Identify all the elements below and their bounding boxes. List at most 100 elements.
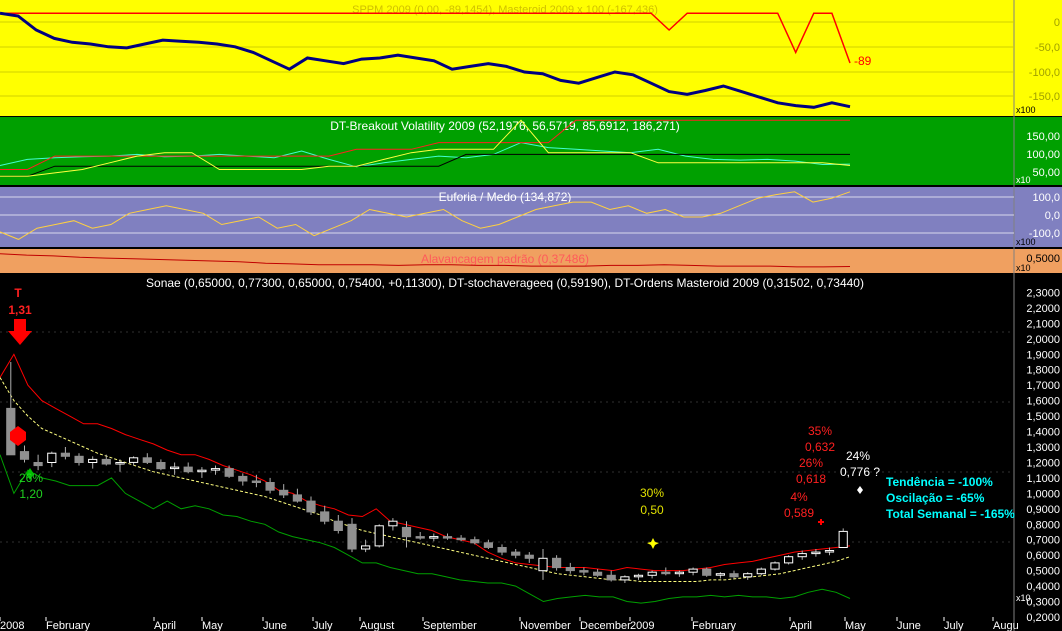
main-x-label: August (360, 620, 394, 631)
main-x-label: February (692, 620, 737, 631)
main-y-tick: 0,7000 (1026, 535, 1060, 547)
main-y-tick: 0,8000 (1026, 519, 1060, 531)
annotation-d-pct: 24% (846, 449, 870, 463)
main-x-label: Augu (993, 620, 1019, 631)
main-y-tick: 1,6000 (1026, 396, 1060, 408)
main-y-tick: 2,0000 (1026, 334, 1060, 346)
candle-body (565, 567, 575, 572)
panel3-y-tick: 0,0 (1045, 210, 1060, 222)
main-y-tick: 1,3000 (1026, 442, 1060, 454)
candle-body (197, 469, 207, 473)
candle-body (306, 500, 316, 513)
candle-body (224, 468, 234, 477)
chart-root: SPPM 2009 (0,00, -89,1454), Masteroid 20… (0, 0, 1062, 631)
candle-body (729, 573, 739, 578)
panel1-y-tick: -50,0 (1035, 42, 1060, 54)
main-y-tick: 0,5000 (1026, 566, 1060, 578)
main-x-label: May (202, 620, 223, 631)
annotation-low-pct: 26% (19, 471, 43, 485)
candle-body (647, 571, 657, 576)
candle-body (743, 573, 753, 578)
main-x-label: June (897, 620, 921, 631)
main-y-tick: 0,9000 (1026, 504, 1060, 516)
candle-body (483, 542, 493, 548)
main-x-label: June (263, 620, 287, 631)
candle-body (674, 571, 684, 575)
annotation-t-label: T (14, 286, 22, 300)
panel2-y-tick: 100,00 (1026, 149, 1060, 161)
panel1-y-tick: -100,0 (1029, 67, 1060, 79)
candle-body (156, 462, 166, 470)
main-y-tick: 1,4000 (1026, 427, 1060, 439)
candle-body (579, 570, 589, 573)
main-x-label: September (423, 620, 477, 631)
candle-body (60, 452, 70, 457)
main-y-tick: 1,0000 (1026, 488, 1060, 500)
candle-body (497, 547, 507, 553)
candle-body (74, 455, 84, 463)
candle-body (142, 457, 152, 463)
main-y-tick: 0,3000 (1026, 597, 1060, 609)
candle-body (47, 452, 57, 464)
candle-body (279, 489, 289, 496)
main-x-label: July (313, 620, 333, 631)
candle-body (101, 458, 111, 465)
main-y-tick: 0,2000 (1026, 612, 1060, 624)
candle-body (374, 525, 384, 547)
candle-body (429, 536, 439, 539)
main-x-label: 2009 (630, 620, 654, 631)
main-x-label: November (520, 620, 571, 631)
main-y-tick: 1,2000 (1026, 458, 1060, 470)
candle-body (347, 523, 357, 550)
candle-body (552, 557, 562, 569)
main-background (0, 274, 1062, 631)
panel3-title: Euforia / Medo (134,872) (439, 190, 572, 204)
candle-body (361, 545, 371, 550)
candle-body (88, 458, 98, 463)
candle-body (183, 466, 193, 473)
panel3-y-tick: -100,0 (1029, 228, 1060, 240)
candle-body (456, 537, 466, 541)
candle-body (33, 462, 43, 467)
candle-body (129, 457, 139, 463)
candle-body (702, 568, 712, 576)
annotation-low-value: 1,20 (19, 487, 43, 501)
annotation-c-pct: 4% (790, 490, 808, 504)
panel4-title: Alavancagem padrão (0,37486) (421, 252, 589, 266)
candle-body (415, 536, 425, 539)
panel1-y-tick: 0 (1054, 17, 1060, 29)
candle-body (784, 556, 794, 564)
main-y-tick: 1,8000 (1026, 365, 1060, 377)
candle-body (265, 482, 275, 491)
main-title: Sonae (0,65000, 0,77300, 0,65000, 0,7540… (146, 276, 864, 290)
oscilacao-text: Oscilação = -65% (886, 491, 985, 505)
panel4-y-tick: 0,5000 (1026, 253, 1060, 265)
main-y-tick: 0,4000 (1026, 581, 1060, 593)
candle-body (797, 553, 807, 558)
candle-body (606, 574, 616, 581)
annotation-mid-value: 0,50 (640, 503, 664, 517)
candle-body (251, 480, 262, 483)
candle-body (811, 551, 821, 555)
main-y-tick: 1,7000 (1026, 380, 1060, 392)
main-x-label: May (845, 620, 866, 631)
main-y-tick: 0,6000 (1026, 550, 1060, 562)
main-x-label: July (944, 620, 964, 631)
total-semanal-text: Total Semanal = -165% (886, 507, 1015, 521)
candle-body (538, 557, 548, 572)
candle-body (838, 530, 848, 549)
annotation-c-value: 0,589 (784, 506, 814, 520)
main-x-label: 2008 (0, 620, 24, 631)
main-x-label: February (46, 620, 91, 631)
main-y-tick: 2,1000 (1026, 318, 1060, 330)
annotation-b-pct: 26% (799, 456, 823, 470)
candle-body (511, 551, 521, 556)
main-x-label: December (580, 620, 631, 631)
panel1-y-tick: -150,0 (1029, 91, 1060, 103)
panel1-title: SPPM 2009 (0,00, -89,1454), Masteroid 20… (352, 4, 658, 16)
candle-body (715, 573, 725, 576)
panel4-y-axis: 0,5000 (1026, 253, 1060, 265)
candle-body (824, 550, 835, 553)
panel3-y-tick: 100,0 (1032, 192, 1060, 204)
candle-body (292, 494, 302, 502)
